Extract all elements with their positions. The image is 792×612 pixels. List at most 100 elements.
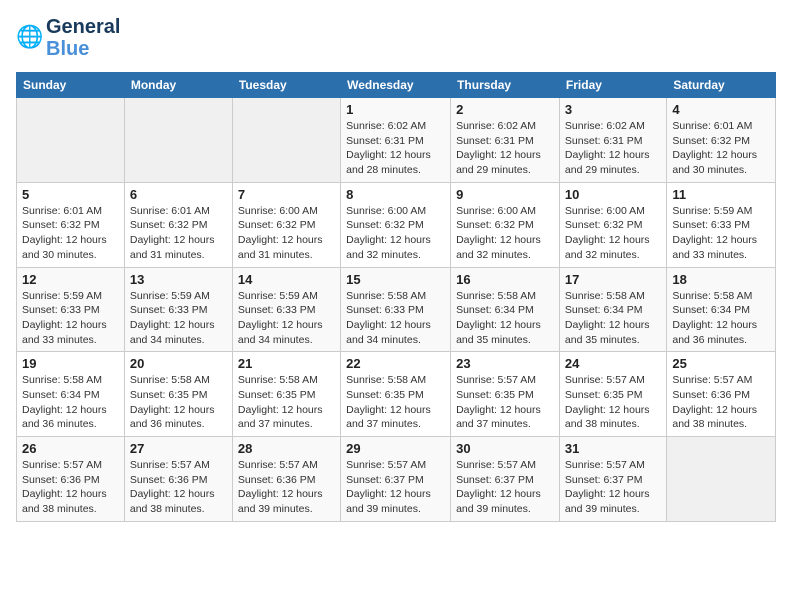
- day-cell: 27 Sunrise: 5:57 AMSunset: 6:36 PMDayligh…: [124, 437, 232, 522]
- day-cell: 28Sunrise: 5:57 AMSunset: 6:36 PMDayligh…: [232, 437, 340, 522]
- day-info: Sunrise: 5:57 AMSunset: 6:37 PMDaylight:…: [346, 458, 445, 517]
- day-number: 15: [346, 272, 445, 287]
- day-number: 2: [456, 102, 554, 117]
- day-info: Sunrise: 6:00 AMSunset: 6:32 PMDaylight:…: [565, 204, 661, 263]
- day-cell: 6 Sunrise: 6:01 AMSunset: 6:32 PMDaylight…: [124, 182, 232, 267]
- day-cell: 22 Sunrise: 5:58 AMSunset: 6:35 PMDayligh…: [341, 352, 451, 437]
- day-cell: 9 Sunrise: 6:00 AMSunset: 6:32 PMDaylight…: [451, 182, 560, 267]
- day-number: 13: [130, 272, 227, 287]
- day-number: 6: [130, 187, 227, 202]
- day-cell: 5Sunrise: 6:01 AMSunset: 6:32 PMDaylight…: [17, 182, 125, 267]
- day-number: 3: [565, 102, 661, 117]
- svg-text:🌐: 🌐: [16, 24, 43, 49]
- day-info: Sunrise: 6:02 AMSunset: 6:31 PMDaylight:…: [346, 119, 445, 178]
- day-number: 21: [238, 356, 335, 371]
- day-header-saturday: Saturday: [667, 73, 776, 98]
- week-row-3: 12 Sunrise: 5:59 AMSunset: 6:33 PMDayligh…: [17, 267, 776, 352]
- day-info: Sunrise: 5:57 AMSunset: 6:36 PMDaylight:…: [130, 458, 227, 517]
- day-cell: 23 Sunrise: 5:57 AMSunset: 6:35 PMDayligh…: [451, 352, 560, 437]
- day-info: Sunrise: 5:57 AMSunset: 6:35 PMDaylight:…: [456, 373, 554, 432]
- day-info: Sunrise: 5:57 AMSunset: 6:37 PMDaylight:…: [456, 458, 554, 517]
- day-number: 26: [22, 441, 119, 456]
- day-info: Sunrise: 5:59 AMSunset: 6:33 PMDaylight:…: [22, 289, 119, 348]
- days-header-row: SundayMondayTuesdayWednesdayThursdayFrid…: [17, 73, 776, 98]
- day-number: 1: [346, 102, 445, 117]
- day-info: Sunrise: 6:01 AMSunset: 6:32 PMDaylight:…: [672, 119, 770, 178]
- day-number: 24: [565, 356, 661, 371]
- day-info: Sunrise: 5:58 AMSunset: 6:34 PMDaylight:…: [22, 373, 119, 432]
- day-info: Sunrise: 5:57 AMSunset: 6:36 PMDaylight:…: [22, 458, 119, 517]
- day-cell: 11 Sunrise: 5:59 AMSunset: 6:33 PMDayligh…: [667, 182, 776, 267]
- day-info: Sunrise: 5:57 AMSunset: 6:37 PMDaylight:…: [565, 458, 661, 517]
- week-row-5: 26 Sunrise: 5:57 AMSunset: 6:36 PMDayligh…: [17, 437, 776, 522]
- day-cell: 30 Sunrise: 5:57 AMSunset: 6:37 PMDayligh…: [451, 437, 560, 522]
- day-cell: 17Sunrise: 5:58 AMSunset: 6:34 PMDayligh…: [559, 267, 666, 352]
- day-cell: 7 Sunrise: 6:00 AMSunset: 6:32 PMDaylight…: [232, 182, 340, 267]
- day-number: 9: [456, 187, 554, 202]
- day-info: Sunrise: 5:59 AMSunset: 6:33 PMDaylight:…: [672, 204, 770, 263]
- day-cell: 8Sunrise: 6:00 AMSunset: 6:32 PMDaylight…: [341, 182, 451, 267]
- day-cell: [667, 437, 776, 522]
- day-number: 22: [346, 356, 445, 371]
- day-number: 10: [565, 187, 661, 202]
- day-header-friday: Friday: [559, 73, 666, 98]
- calendar-table: SundayMondayTuesdayWednesdayThursdayFrid…: [16, 72, 776, 522]
- day-info: Sunrise: 5:58 AMSunset: 6:34 PMDaylight:…: [672, 289, 770, 348]
- day-cell: 3 Sunrise: 6:02 AMSunset: 6:31 PMDaylight…: [559, 98, 666, 183]
- day-cell: 12 Sunrise: 5:59 AMSunset: 6:33 PMDayligh…: [17, 267, 125, 352]
- day-number: 25: [672, 356, 770, 371]
- day-cell: 4 Sunrise: 6:01 AMSunset: 6:32 PMDaylight…: [667, 98, 776, 183]
- day-info: Sunrise: 6:00 AMSunset: 6:32 PMDaylight:…: [346, 204, 445, 263]
- day-info: Sunrise: 6:01 AMSunset: 6:32 PMDaylight:…: [130, 204, 227, 263]
- day-cell: 19Sunrise: 5:58 AMSunset: 6:34 PMDayligh…: [17, 352, 125, 437]
- page-header: 🌐 GeneralBlue: [16, 16, 776, 60]
- day-info: Sunrise: 5:58 AMSunset: 6:35 PMDaylight:…: [346, 373, 445, 432]
- day-number: 16: [456, 272, 554, 287]
- day-info: Sunrise: 5:58 AMSunset: 6:35 PMDaylight:…: [238, 373, 335, 432]
- week-row-4: 19Sunrise: 5:58 AMSunset: 6:34 PMDayligh…: [17, 352, 776, 437]
- day-info: Sunrise: 5:57 AMSunset: 6:36 PMDaylight:…: [672, 373, 770, 432]
- day-cell: 13 Sunrise: 5:59 AMSunset: 6:33 PMDayligh…: [124, 267, 232, 352]
- day-number: 7: [238, 187, 335, 202]
- day-cell: 14 Sunrise: 5:59 AMSunset: 6:33 PMDayligh…: [232, 267, 340, 352]
- week-row-1: 1 Sunrise: 6:02 AMSunset: 6:31 PMDaylight…: [17, 98, 776, 183]
- day-info: Sunrise: 5:59 AMSunset: 6:33 PMDaylight:…: [130, 289, 227, 348]
- day-cell: 29Sunrise: 5:57 AMSunset: 6:37 PMDayligh…: [341, 437, 451, 522]
- day-info: Sunrise: 6:00 AMSunset: 6:32 PMDaylight:…: [238, 204, 335, 263]
- day-info: Sunrise: 6:00 AMSunset: 6:32 PMDaylight:…: [456, 204, 554, 263]
- day-number: 14: [238, 272, 335, 287]
- logo: 🌐 GeneralBlue: [16, 16, 120, 60]
- day-number: 30: [456, 441, 554, 456]
- day-info: Sunrise: 5:59 AMSunset: 6:33 PMDaylight:…: [238, 289, 335, 348]
- day-number: 12: [22, 272, 119, 287]
- day-cell: 10 Sunrise: 6:00 AMSunset: 6:32 PMDayligh…: [559, 182, 666, 267]
- day-number: 27: [130, 441, 227, 456]
- day-number: 31: [565, 441, 661, 456]
- day-number: 23: [456, 356, 554, 371]
- day-number: 4: [672, 102, 770, 117]
- logo-text: GeneralBlue: [46, 16, 120, 60]
- day-cell: 21 Sunrise: 5:58 AMSunset: 6:35 PMDayligh…: [232, 352, 340, 437]
- day-cell: 25 Sunrise: 5:57 AMSunset: 6:36 PMDayligh…: [667, 352, 776, 437]
- day-cell: [124, 98, 232, 183]
- day-info: Sunrise: 5:57 AMSunset: 6:35 PMDaylight:…: [565, 373, 661, 432]
- day-header-thursday: Thursday: [451, 73, 560, 98]
- day-number: 20: [130, 356, 227, 371]
- day-cell: 15 Sunrise: 5:58 AMSunset: 6:33 PMDayligh…: [341, 267, 451, 352]
- day-info: Sunrise: 5:58 AMSunset: 6:33 PMDaylight:…: [346, 289, 445, 348]
- day-number: 11: [672, 187, 770, 202]
- day-cell: 1 Sunrise: 6:02 AMSunset: 6:31 PMDaylight…: [341, 98, 451, 183]
- day-info: Sunrise: 6:02 AMSunset: 6:31 PMDaylight:…: [456, 119, 554, 178]
- week-row-2: 5Sunrise: 6:01 AMSunset: 6:32 PMDaylight…: [17, 182, 776, 267]
- day-info: Sunrise: 5:58 AMSunset: 6:34 PMDaylight:…: [456, 289, 554, 348]
- day-info: Sunrise: 6:02 AMSunset: 6:31 PMDaylight:…: [565, 119, 661, 178]
- day-header-tuesday: Tuesday: [232, 73, 340, 98]
- day-info: Sunrise: 5:58 AMSunset: 6:35 PMDaylight:…: [130, 373, 227, 432]
- day-cell: [17, 98, 125, 183]
- day-header-monday: Monday: [124, 73, 232, 98]
- day-number: 18: [672, 272, 770, 287]
- day-info: Sunrise: 5:57 AMSunset: 6:36 PMDaylight:…: [238, 458, 335, 517]
- day-cell: 24 Sunrise: 5:57 AMSunset: 6:35 PMDayligh…: [559, 352, 666, 437]
- day-cell: 2 Sunrise: 6:02 AMSunset: 6:31 PMDaylight…: [451, 98, 560, 183]
- day-info: Sunrise: 6:01 AMSunset: 6:32 PMDaylight:…: [22, 204, 119, 263]
